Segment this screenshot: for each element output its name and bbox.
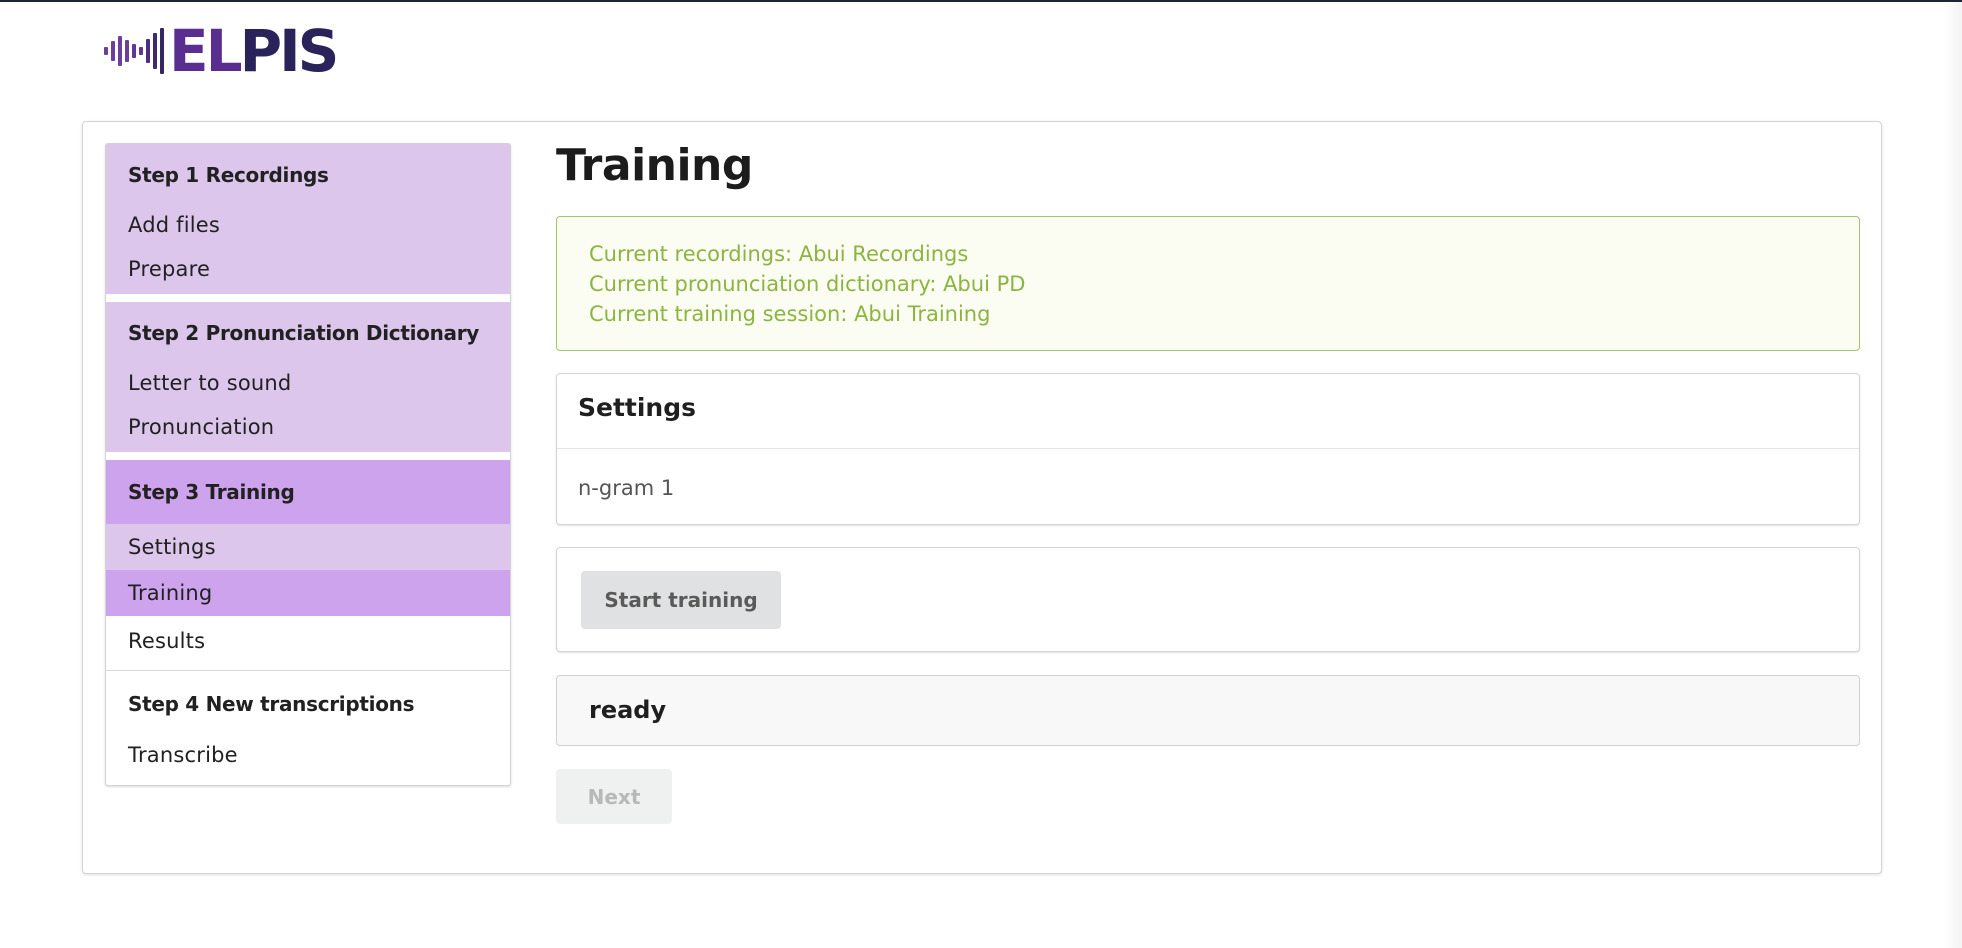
step-sidebar: Step 1 Recordings Add files Prepare Step… bbox=[105, 143, 511, 786]
step-1-header[interactable]: Step 1 Recordings bbox=[106, 144, 510, 202]
sidebar-item-transcribe[interactable]: Transcribe bbox=[106, 733, 510, 785]
page-title: Training bbox=[556, 140, 753, 191]
top-border bbox=[0, 0, 1962, 2]
training-action-card: Start training bbox=[556, 547, 1860, 652]
training-status: ready bbox=[556, 675, 1860, 746]
step-3-group: Step 3 Training Settings Training Result… bbox=[106, 460, 510, 670]
step-separator bbox=[106, 294, 510, 302]
sidebar-item-training[interactable]: Training bbox=[106, 570, 510, 616]
ngram-setting: n-gram 1 bbox=[578, 476, 675, 500]
settings-card: Settings n-gram 1 bbox=[556, 373, 1860, 525]
start-training-button[interactable]: Start training bbox=[581, 571, 781, 629]
logo-text-el: EL bbox=[169, 17, 243, 85]
current-dictionary-text: Current pronunciation dictionary: Abui P… bbox=[589, 272, 1026, 296]
sidebar-item-settings[interactable]: Settings bbox=[106, 524, 510, 570]
step-2-group: Step 2 Pronunciation Dictionary Letter t… bbox=[106, 302, 510, 452]
elpis-logo[interactable]: EL PIS bbox=[104, 17, 340, 85]
sidebar-item-pronunciation[interactable]: Pronunciation bbox=[106, 406, 510, 452]
sidebar-item-letter-to-sound[interactable]: Letter to sound bbox=[106, 360, 510, 406]
sidebar-item-prepare[interactable]: Prepare bbox=[106, 248, 510, 294]
next-button[interactable]: Next bbox=[556, 769, 672, 824]
step-4-group: Step 4 New transcriptions Transcribe bbox=[106, 671, 510, 785]
step-2-header[interactable]: Step 2 Pronunciation Dictionary bbox=[106, 302, 510, 360]
sidebar-item-results[interactable]: Results bbox=[106, 616, 510, 670]
step-1-group: Step 1 Recordings Add files Prepare bbox=[106, 144, 510, 294]
sidebar-item-add-files[interactable]: Add files bbox=[106, 202, 510, 248]
waveform-icon bbox=[104, 24, 167, 78]
logo-text-pis: PIS bbox=[239, 17, 340, 85]
step-4-header[interactable]: Step 4 New transcriptions bbox=[106, 671, 510, 733]
current-state-message: Current recordings: Abui Recordings Curr… bbox=[556, 216, 1860, 351]
step-3-header[interactable]: Step 3 Training bbox=[106, 460, 510, 524]
step-separator bbox=[106, 452, 510, 460]
settings-header: Settings bbox=[557, 374, 1859, 449]
window-edge-shade bbox=[1944, 2, 1962, 948]
current-recordings-text: Current recordings: Abui Recordings bbox=[589, 242, 969, 266]
current-session-text: Current training session: Abui Training bbox=[589, 302, 991, 326]
